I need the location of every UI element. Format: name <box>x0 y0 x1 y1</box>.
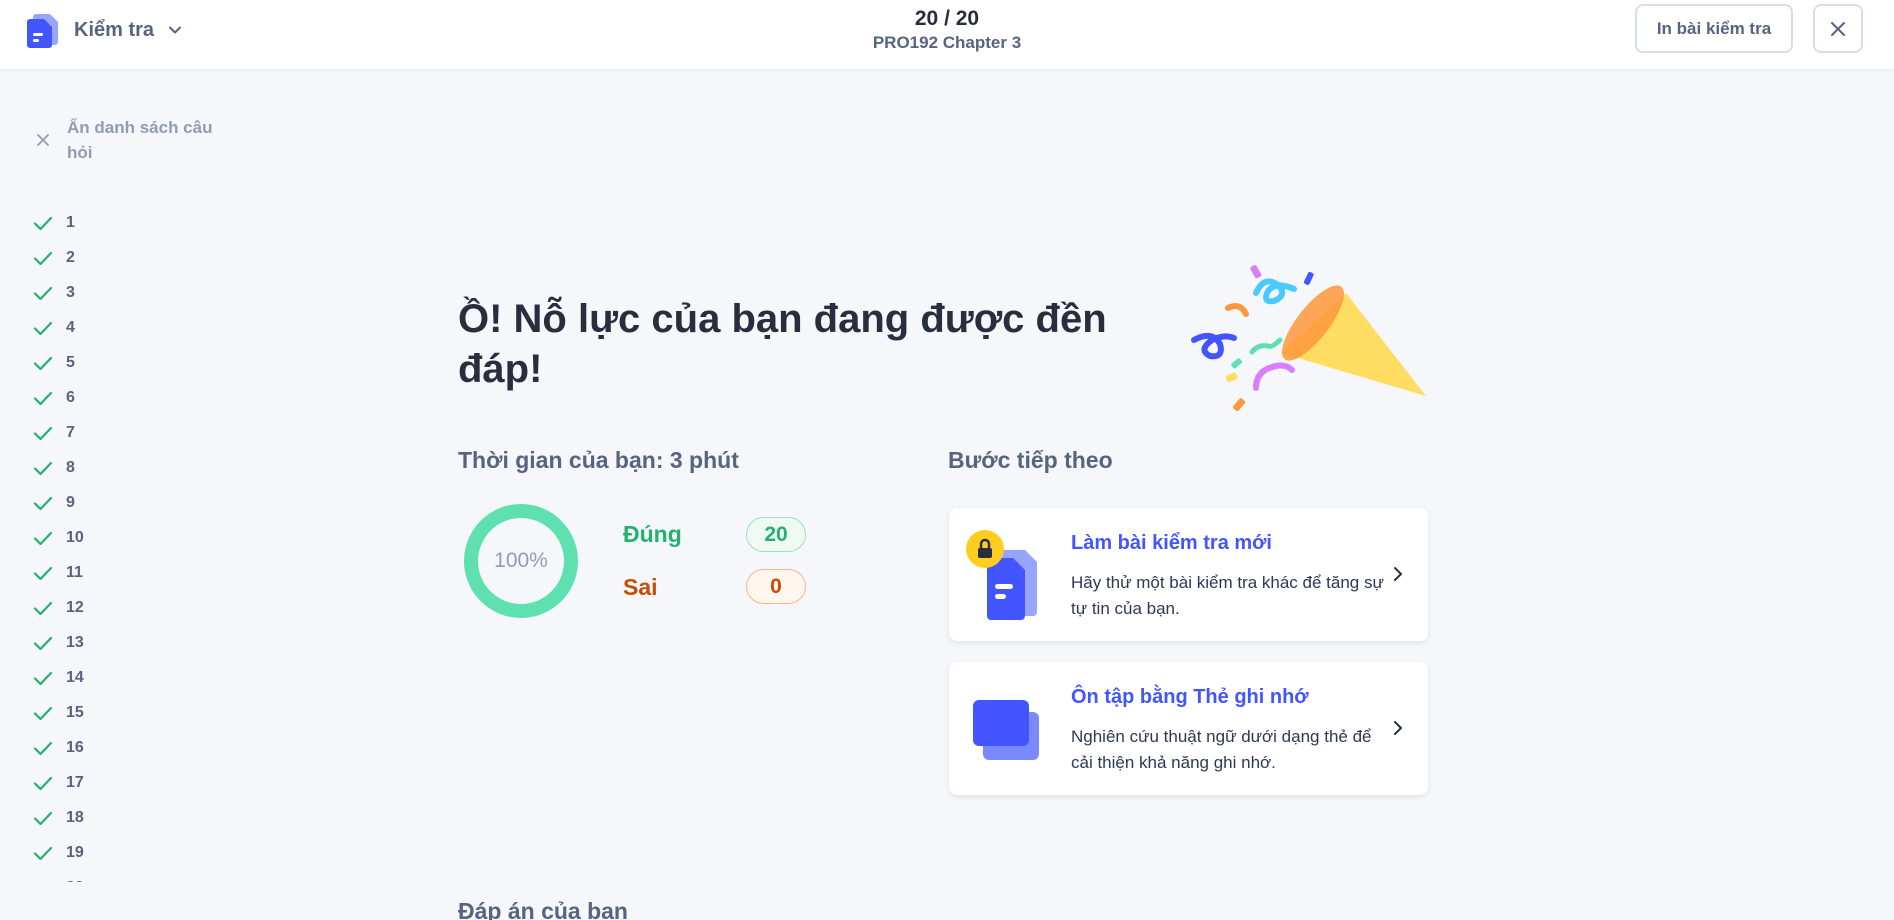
check-icon <box>33 461 53 475</box>
question-number: 2 <box>66 248 75 266</box>
score-percent: 100% <box>494 549 548 572</box>
close-icon <box>37 134 49 146</box>
question-list-item[interactable]: 10 <box>32 520 84 555</box>
check-icon <box>33 636 53 650</box>
your-answers-heading: Đáp án của bạn <box>458 898 628 920</box>
question-list-item[interactable]: 5 <box>32 345 84 380</box>
question-list-item[interactable]: 4 <box>32 310 84 345</box>
question-number: 7 <box>66 423 75 441</box>
question-number: 18 <box>66 808 84 826</box>
check-icon <box>33 741 53 755</box>
party-popper-illustration <box>1191 265 1426 412</box>
new-test-title: Làm bài kiểm tra mới <box>1071 532 1272 554</box>
top-bar: Kiểm tra 20 / 20 PRO192 Chapter 3 In bài… <box>0 0 1894 69</box>
check-icon <box>33 566 53 580</box>
question-list-item[interactable]: 17 <box>32 765 84 800</box>
question-number: 19 <box>66 843 84 861</box>
question-list-item[interactable]: 13 <box>32 625 84 660</box>
question-number: 20 <box>66 879 84 883</box>
question-number: 16 <box>66 738 84 756</box>
question-number: 14 <box>66 668 84 686</box>
question-number: 9 <box>66 493 75 511</box>
check-icon <box>49 881 52 882</box>
check-icon <box>33 706 53 720</box>
question-number: 17 <box>66 773 84 791</box>
check-icon <box>33 286 53 300</box>
flashcards-icon <box>973 700 1039 760</box>
question-list-item[interactable]: 7 <box>32 415 84 450</box>
check-icon <box>33 811 53 825</box>
check-icon <box>33 216 53 230</box>
check-icon <box>33 391 53 405</box>
next-steps-heading: Bước tiếp theo <box>948 447 1113 473</box>
check-icon <box>33 776 53 790</box>
wrong-count-badge: 0 <box>746 569 806 604</box>
question-list-item[interactable]: 16 <box>32 730 84 765</box>
hide-question-list-button[interactable]: Ẩn danh sách câu hỏi <box>34 115 227 165</box>
flashcards-card[interactable]: Ôn tập bằng Thẻ ghi nhớ Nghiên cứu thuật… <box>949 662 1428 795</box>
flashcards-title: Ôn tập bằng Thẻ ghi nhớ <box>1071 686 1309 708</box>
question-list-item[interactable]: 2 <box>32 240 84 275</box>
chevron-right-icon <box>1394 567 1402 581</box>
check-icon <box>33 601 53 615</box>
question-list-item[interactable]: 19 <box>32 835 84 870</box>
check-icon <box>33 846 53 860</box>
close-button[interactable] <box>1813 4 1863 53</box>
check-icon <box>33 531 53 545</box>
close-icon <box>1831 21 1845 36</box>
question-list-item[interactable]: 20 <box>32 870 84 882</box>
question-number: 15 <box>66 703 84 721</box>
result-title: Ồ! Nỗ lực của bạn đang được đền đáp! <box>458 297 1107 391</box>
question-list-item[interactable]: 9 <box>32 485 84 520</box>
question-list-item[interactable]: 11 <box>32 555 84 590</box>
question-sidebar: Ẩn danh sách câu hỏi 1 2 3 4 5 6 7 8 9 10 11 12 13 14… <box>0 69 240 882</box>
question-list-item[interactable]: 3 <box>32 275 84 310</box>
set-title: PRO192 Chapter 3 <box>872 33 1022 52</box>
question-number: 6 <box>66 388 75 406</box>
question-number: 11 <box>66 563 83 581</box>
chevron-right-icon <box>1394 721 1402 735</box>
check-icon <box>33 321 53 335</box>
question-list-item[interactable]: 15 <box>32 695 84 730</box>
question-list-item[interactable]: 6 <box>32 380 84 415</box>
wrong-label: Sai <box>623 574 658 600</box>
question-progress: 20 / 20 <box>914 7 980 30</box>
question-number: 3 <box>66 283 75 301</box>
question-list: 1234567891011121314151617181920 <box>32 205 84 882</box>
check-icon <box>33 426 53 440</box>
test-doc-lock-icon <box>966 530 1037 620</box>
correct-count-badge: 20 <box>746 517 806 552</box>
question-list-item[interactable]: 8 <box>32 450 84 485</box>
progress-indicator: 20 / 20 PRO192 Chapter 3 <box>0 6 1894 54</box>
check-icon <box>33 356 53 370</box>
time-spent: Thời gian của bạn: 3 phút <box>458 447 739 473</box>
question-list-item[interactable]: 12 <box>32 590 84 625</box>
question-number: 5 <box>66 353 75 371</box>
new-test-description: Hãy thử một bài kiểm tra khác để tăng sự… <box>1071 573 1384 618</box>
question-number: 1 <box>66 213 75 231</box>
question-number: 13 <box>66 633 84 651</box>
question-number: 10 <box>66 528 84 546</box>
question-list-item[interactable]: 1 <box>32 205 84 240</box>
flashcards-description: Nghiên cứu thuật ngữ dưới dạng thẻ để cả… <box>1071 727 1372 772</box>
question-number: 12 <box>66 598 84 616</box>
question-list-item[interactable]: 18 <box>32 800 84 835</box>
check-icon <box>33 671 53 685</box>
question-number: 8 <box>66 458 75 476</box>
question-number: 4 <box>66 318 75 336</box>
check-icon <box>33 496 53 510</box>
correct-label: Đúng <box>623 521 682 547</box>
check-icon <box>33 251 53 265</box>
hide-question-list-label: Ẩn danh sách câu hỏi <box>67 118 213 162</box>
print-test-button[interactable]: In bài kiểm tra <box>1635 4 1793 53</box>
question-list-item[interactable]: 14 <box>32 660 84 695</box>
new-test-card[interactable]: Làm bài kiểm tra mới Hãy thử một bài kiể… <box>949 508 1428 641</box>
